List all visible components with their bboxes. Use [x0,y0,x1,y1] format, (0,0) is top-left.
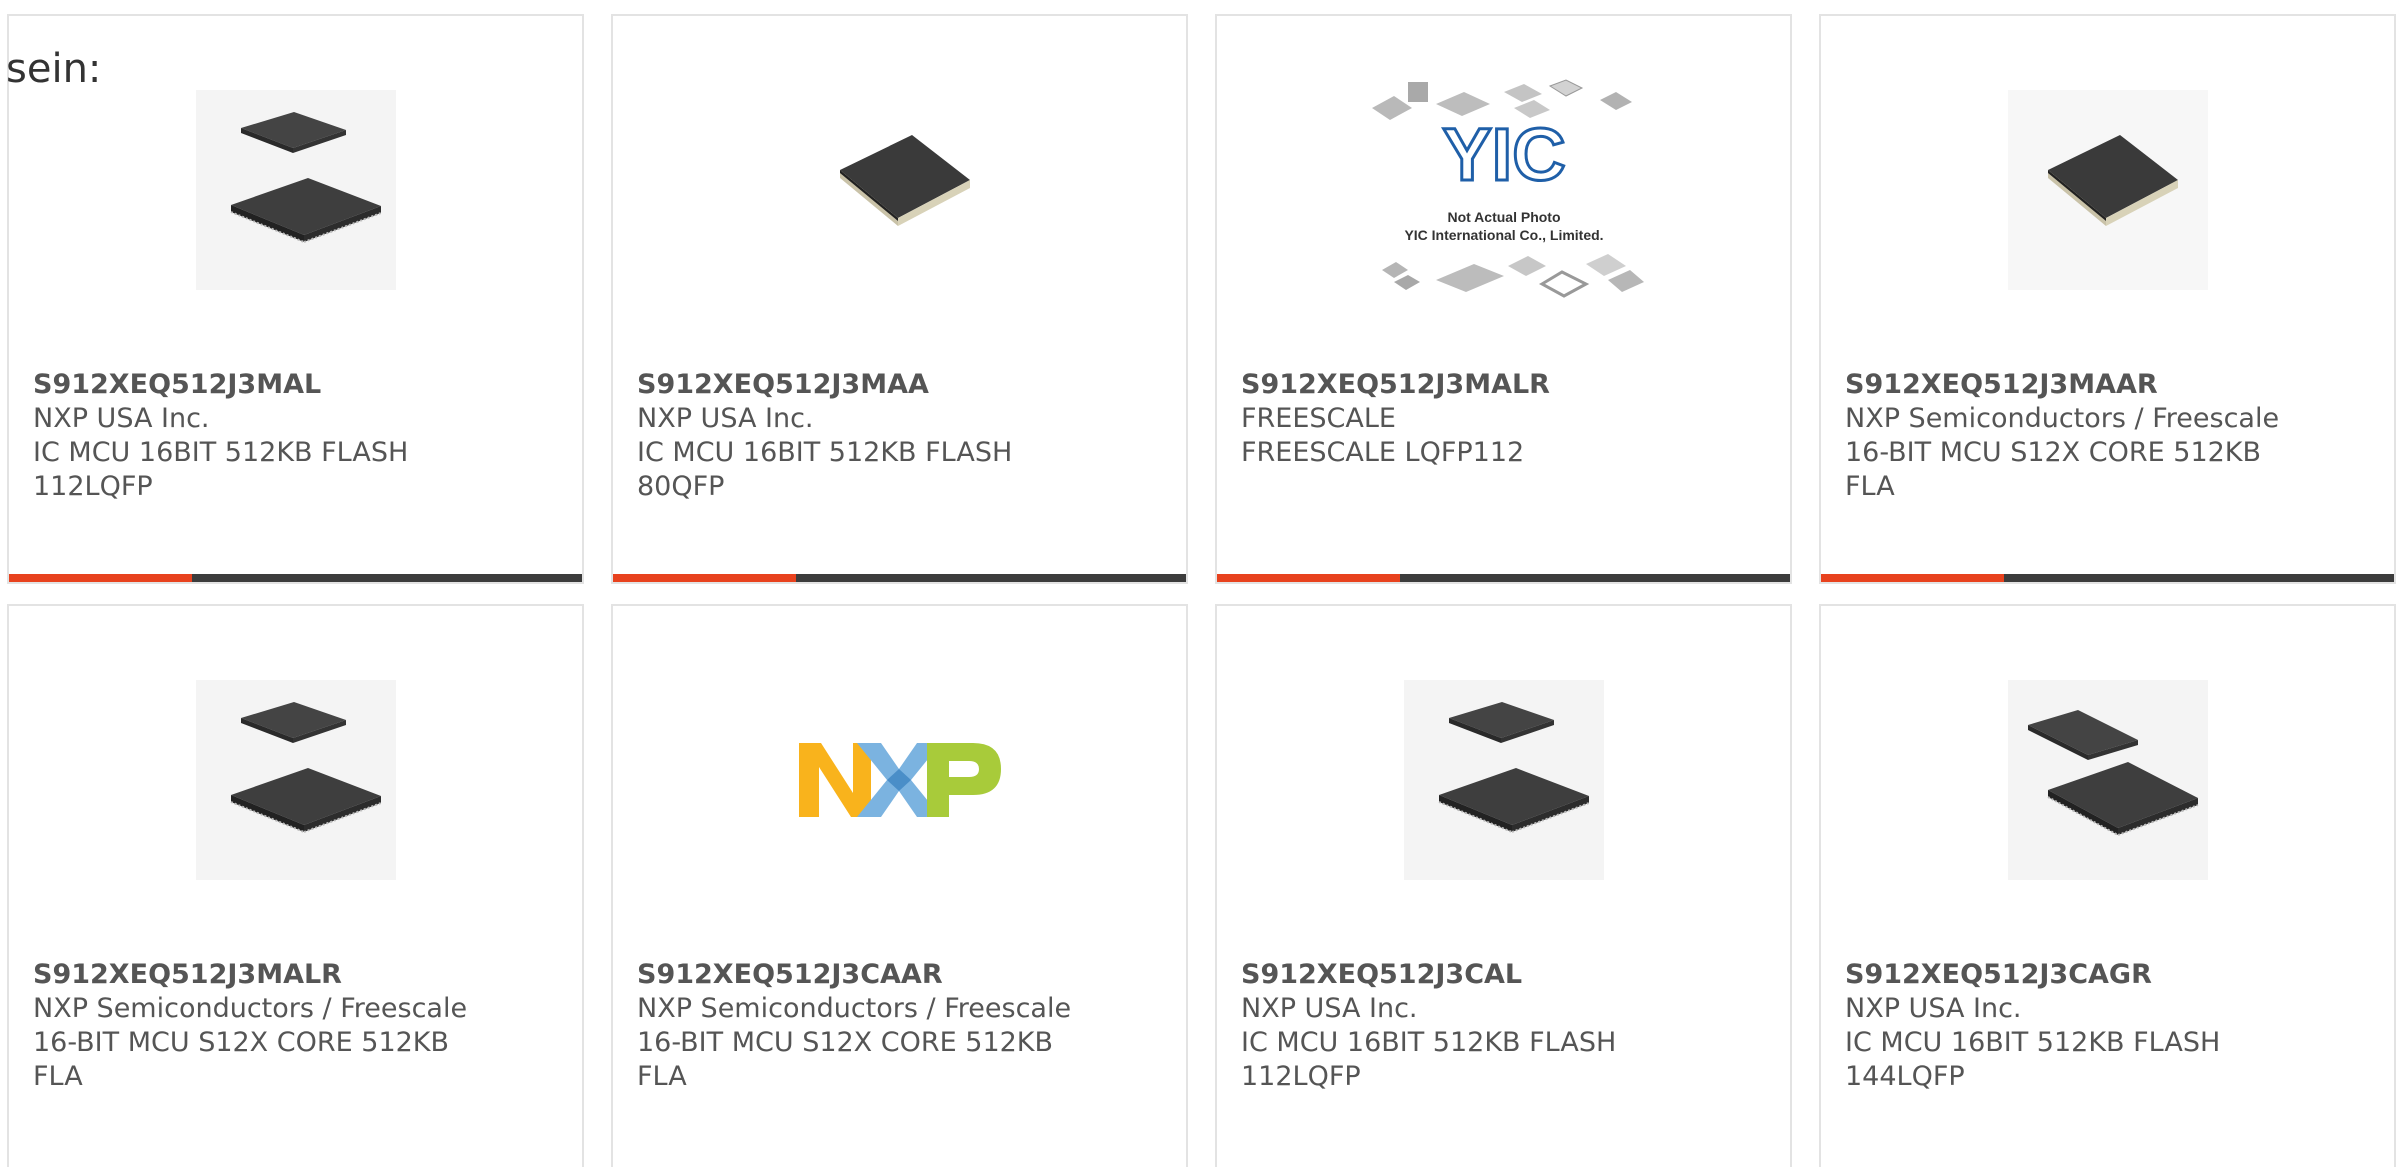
product-card[interactable]: S912XEQ512J3CAGR NXP USA Inc. IC MCU 16B… [1819,604,2396,1167]
description: FREESCALE LQFP112 [1241,437,1525,468]
part-number[interactable]: S912XEQ512J3CAAR [637,958,1157,992]
intro-text: sein: [6,46,102,92]
description: 144LQFP [1845,1061,1965,1092]
yic-logo: YIC [1442,113,1565,196]
part-number[interactable]: S912XEQ512J3CAL [1241,958,1761,992]
manufacturer: NXP USA Inc. [33,403,210,434]
part-number[interactable]: S912XEQ512J3MALR [1241,368,1761,402]
nxp-logo [613,670,1186,890]
two-chip-icon [9,670,582,890]
card-bottom-bar [1821,574,2394,582]
part-number[interactable]: S912XEQ512J3CAGR [1845,958,2365,992]
description: FLA [33,1061,83,1092]
description: 80QFP [637,471,725,502]
two-chip-icon [9,80,582,300]
description: FLA [637,1061,687,1092]
product-card[interactable]: S912XEQ512J3CAAR NXP Semiconductors / Fr… [611,604,1188,1167]
product-card[interactable]: S912XEQ512J3MAA NXP USA Inc. IC MCU 16BI… [611,14,1188,584]
description: IC MCU 16BIT 512KB FLASH [637,437,1013,468]
product-grid-page: sein: S912XEQ512J3MAL NXP USA Inc. IC MC… [0,0,2400,1167]
description: IC MCU 16BIT 512KB FLASH [1845,1027,2221,1058]
product-card[interactable]: YIC Not Actual Photo YIC International C… [1215,14,1792,584]
product-card[interactable]: S912XEQ512J3MALR NXP Semiconductors / Fr… [7,604,584,1167]
part-number[interactable]: S912XEQ512J3MALR [33,958,553,992]
manufacturer: NXP USA Inc. [637,403,814,434]
description: 112LQFP [1241,1061,1361,1092]
manufacturer: NXP USA Inc. [1845,993,2022,1024]
product-card[interactable]: S912XEQ512J3MAL NXP USA Inc. IC MCU 16BI… [7,14,584,584]
product-card[interactable]: S912XEQ512J3CAL NXP USA Inc. IC MCU 16BI… [1215,604,1792,1167]
part-number[interactable]: S912XEQ512J3MAAR [1845,368,2365,402]
card-bottom-bar [613,574,1186,582]
two-chip-icon [1821,670,2394,890]
manufacturer: NXP USA Inc. [1241,993,1418,1024]
card-accent [1217,574,1400,582]
manufacturer: NXP Semiconductors / Freescale [33,993,468,1024]
description: 16-BIT MCU S12X CORE 512KB [1845,437,2262,468]
description: IC MCU 16BIT 512KB FLASH [1241,1027,1617,1058]
description: IC MCU 16BIT 512KB FLASH [33,437,409,468]
single-chip-icon [1821,80,2394,300]
manufacturer: FREESCALE [1241,403,1396,434]
card-accent [9,574,192,582]
placeholder-image: YIC Not Actual Photo YIC International C… [1217,70,1790,310]
single-chip-icon [613,80,1186,300]
description: 16-BIT MCU S12X CORE 512KB [33,1027,450,1058]
manufacturer: NXP Semiconductors / Freescale [1845,403,2280,434]
two-chip-icon [1217,670,1790,890]
card-accent [1821,574,2004,582]
card-accent [613,574,796,582]
part-number[interactable]: S912XEQ512J3MAA [637,368,1157,402]
placeholder-caption: YIC International Co., Limited. [1404,227,1603,243]
description: 112LQFP [33,471,153,502]
placeholder-caption: Not Actual Photo [1447,209,1560,225]
part-number[interactable]: S912XEQ512J3MAL [33,368,553,402]
card-bottom-bar [9,574,582,582]
description: 16-BIT MCU S12X CORE 512KB [637,1027,1054,1058]
description: FLA [1845,471,1895,502]
manufacturer: NXP Semiconductors / Freescale [637,993,1072,1024]
card-bottom-bar [1217,574,1790,582]
product-card[interactable]: S912XEQ512J3MAAR NXP Semiconductors / Fr… [1819,14,2396,584]
